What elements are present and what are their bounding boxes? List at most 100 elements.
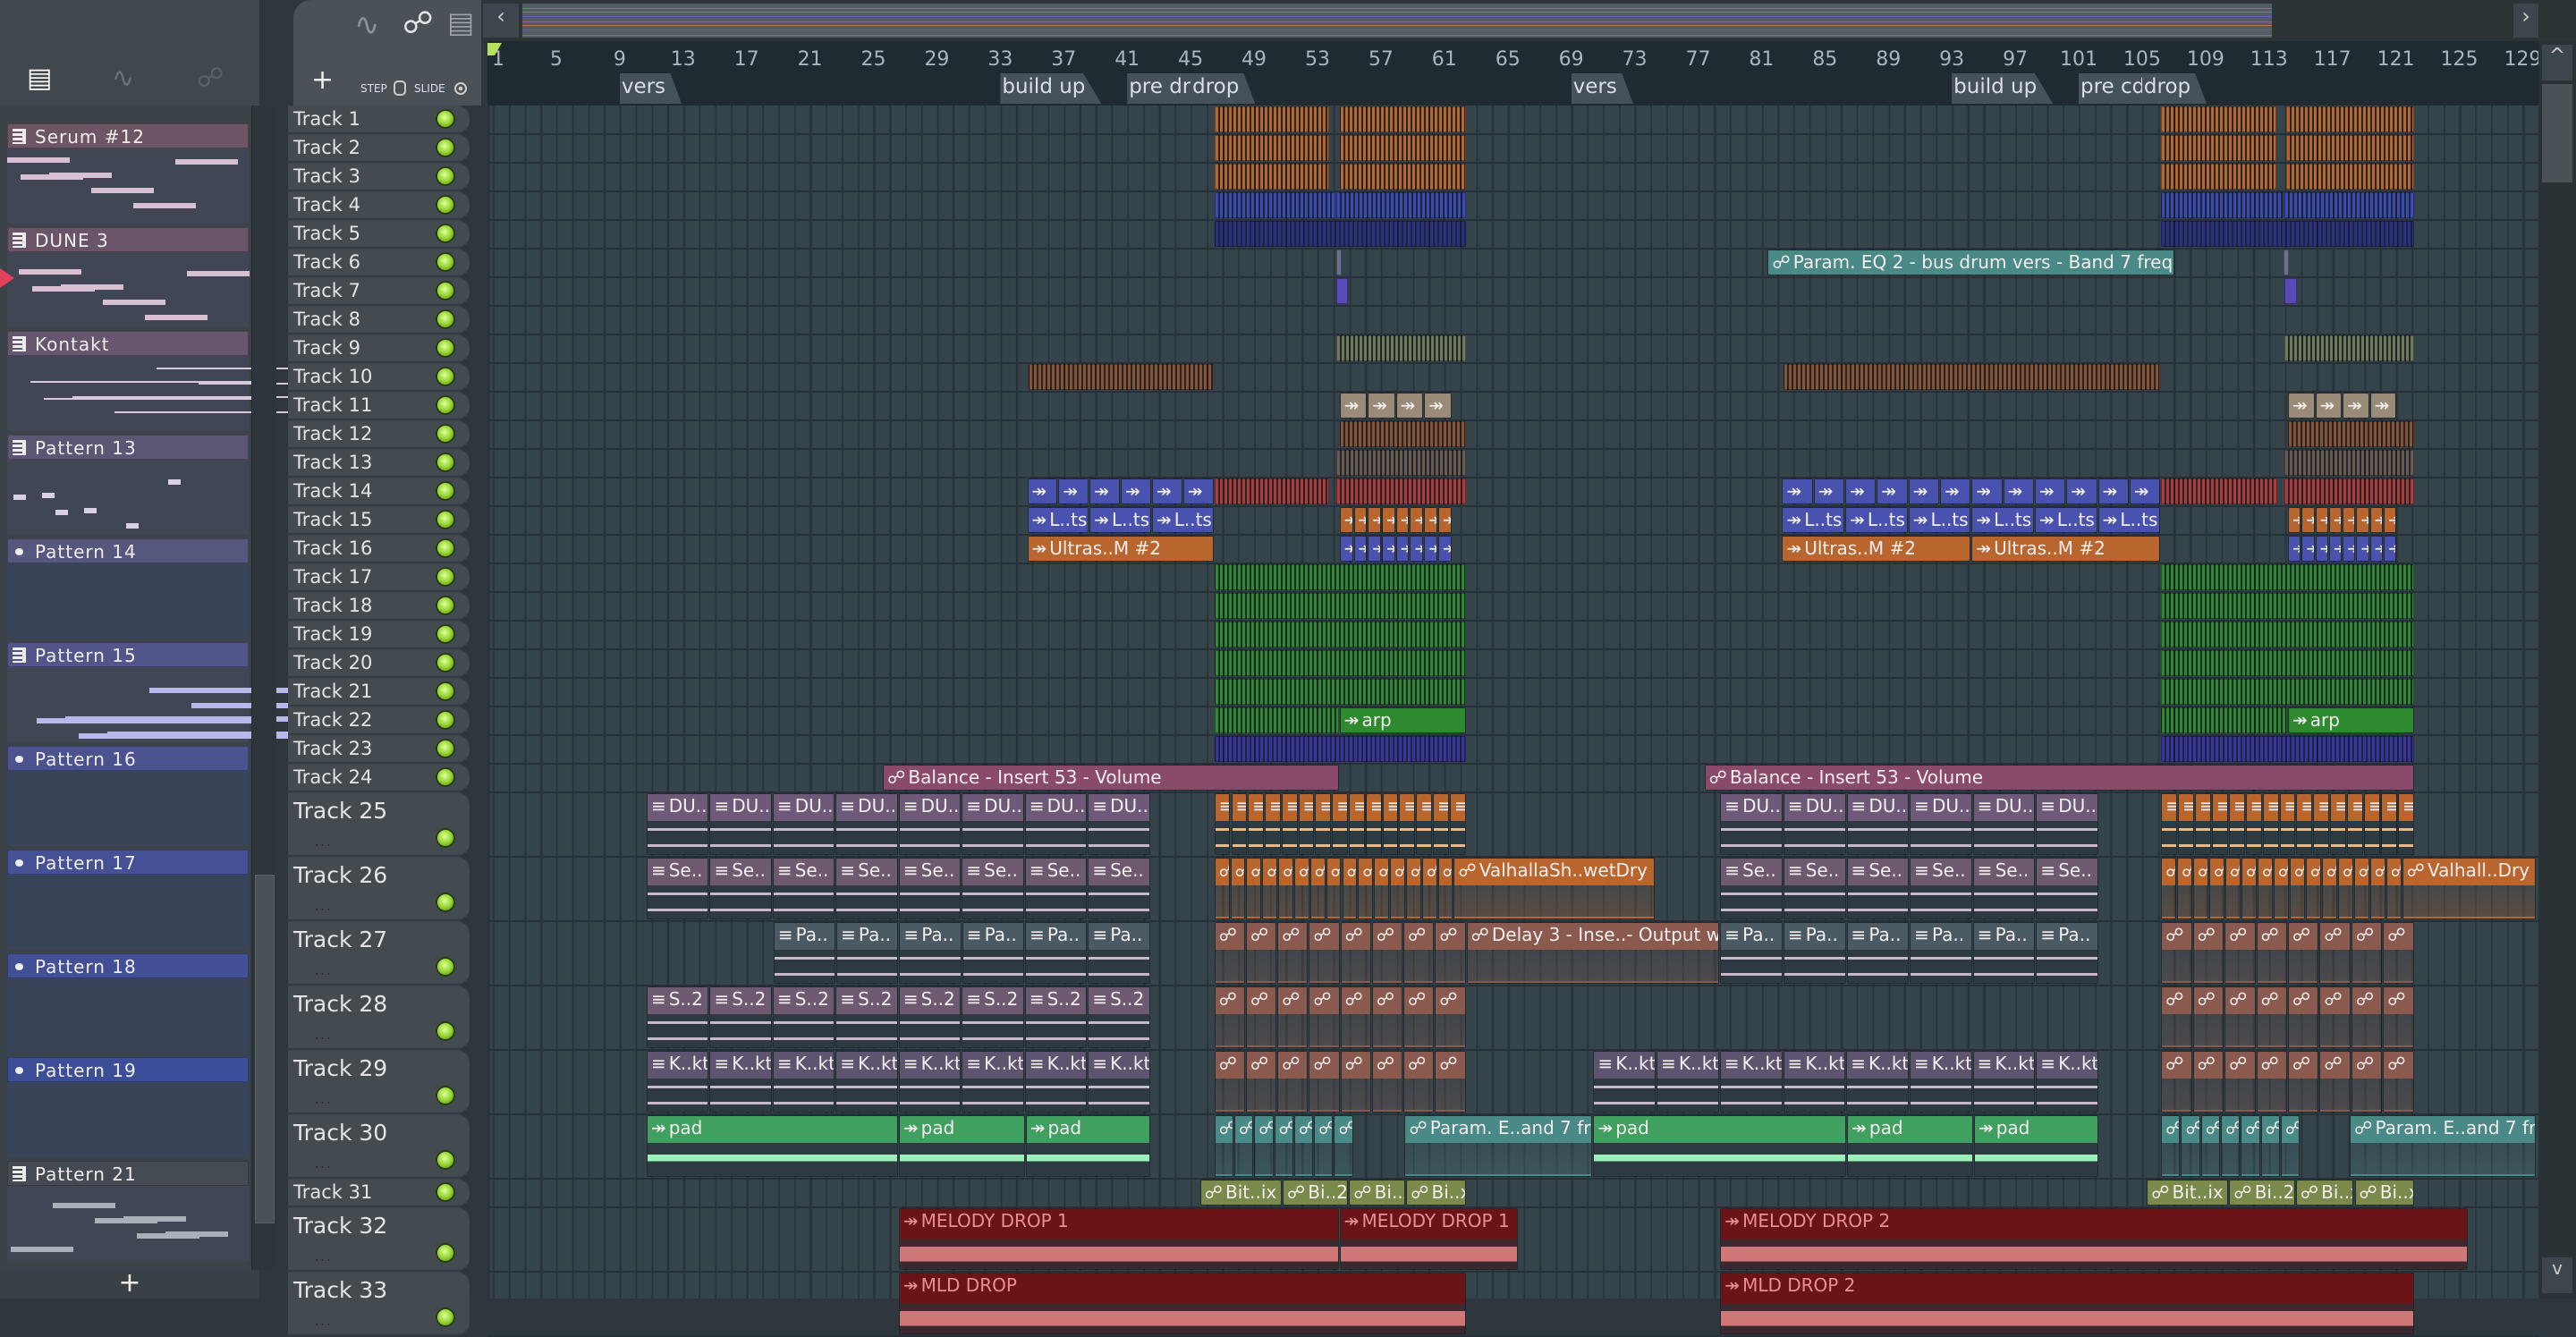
pattern-clip[interactable]: ≡ <box>1365 793 1382 855</box>
pattern-clip[interactable]: ☍ <box>2181 1115 2200 1177</box>
pattern-item[interactable]: Pattern 13 <box>7 435 249 535</box>
pattern-clip[interactable]: ≡ DU.. <box>1088 793 1150 855</box>
pattern-clip[interactable]: ☍ <box>1405 858 1421 919</box>
pattern-clip[interactable]: ☍ <box>1358 858 1374 919</box>
pattern-clip[interactable]: ↠ <box>2288 393 2315 419</box>
pattern-item[interactable]: Serum #12 <box>7 123 249 224</box>
audio-clip[interactable]: ↠ MELODY DROP 1 <box>898 1208 1339 1270</box>
pattern-clip[interactable]: ≡ <box>1214 793 1231 855</box>
pattern-clip[interactable]: ☍ <box>1277 1051 1309 1113</box>
pattern-clip[interactable]: ≡ K..kt <box>1972 1051 2036 1113</box>
pattern-clip[interactable]: ↠ L..ts <box>1845 507 1908 533</box>
pattern-clip[interactable]: ≡ <box>2178 793 2194 855</box>
pattern-clip[interactable]: ☍ <box>1340 1051 1371 1113</box>
pattern-clip[interactable]: ☍ <box>2319 922 2351 984</box>
pattern-clip[interactable]: ☍ <box>1342 858 1358 919</box>
pattern-clip[interactable]: ↠ <box>2369 536 2384 562</box>
pattern-clip[interactable]: ≡ K..kt <box>835 1051 898 1113</box>
pattern-clip[interactable]: ≡ DU.. <box>2036 793 2099 855</box>
automation-clip[interactable]: ☍Valhall..Dry #5 <box>2402 858 2537 919</box>
track-name[interactable]: Track 28 <box>293 991 387 1017</box>
pattern-clip[interactable]: ☍ <box>2353 858 2369 919</box>
pattern-clip[interactable]: ☍ <box>1274 1115 1293 1177</box>
pattern-clip[interactable] <box>1214 593 1466 619</box>
pattern-clip[interactable]: ↠ Ultras..M #2 <box>1782 536 1971 562</box>
track-header[interactable]: Track 29... <box>288 1050 470 1114</box>
pattern-clip[interactable]: ↠ <box>2384 507 2397 533</box>
pattern-clip[interactable]: ↠ <box>1089 478 1121 504</box>
track-name[interactable]: Track 3 <box>293 165 360 187</box>
pattern-item[interactable]: Pattern 16 <box>7 746 249 846</box>
section-marker[interactable]: build up <box>1000 73 1102 104</box>
track-header[interactable]: Track 19 <box>288 621 470 649</box>
track-header[interactable]: Track 33... <box>288 1272 470 1336</box>
browser-scrollbar[interactable] <box>251 106 276 1270</box>
track-header[interactable]: Track 20 <box>288 649 470 678</box>
pattern-clip[interactable]: ≡ Pa.. <box>962 922 1025 984</box>
pattern-clip[interactable]: ☍ <box>2383 1051 2414 1113</box>
pattern-clip[interactable]: ≡ <box>1433 793 1449 855</box>
pattern-clip[interactable]: ≡ <box>2195 793 2211 855</box>
pattern-clip[interactable]: ≡ <box>2347 793 2364 855</box>
pattern-clip[interactable]: ≡ K..kt <box>898 1051 962 1113</box>
pattern-clip[interactable]: ☍ <box>1245 986 1277 1048</box>
pattern-clip[interactable] <box>2161 707 2288 733</box>
pattern-clip[interactable]: ≡ <box>1332 793 1349 855</box>
pattern-clip[interactable]: ≡ Se.. <box>2036 858 2099 919</box>
pattern-clip[interactable]: ☍ <box>1277 922 1309 984</box>
pattern-clip[interactable]: ≡ Se.. <box>835 858 898 919</box>
pattern-clip[interactable]: ≡ Se.. <box>1088 858 1150 919</box>
pattern-clip[interactable]: ↠ <box>2328 536 2343 562</box>
track-mute-led[interactable] <box>436 567 455 587</box>
track-header[interactable]: Track 9 <box>288 334 470 363</box>
pattern-clip[interactable]: ≡ <box>2245 793 2262 855</box>
pattern-clip[interactable]: ☍ <box>2351 986 2383 1048</box>
track-mute-led[interactable] <box>436 1021 455 1041</box>
pattern-clip[interactable]: ≡ Se.. <box>772 858 835 919</box>
pattern-clip[interactable]: ≡ S..2 <box>646 986 709 1048</box>
pattern-clip[interactable]: ↠ <box>1845 478 1877 504</box>
pattern-clip[interactable]: ≡ <box>2381 793 2397 855</box>
song-overview[interactable] <box>522 4 2272 38</box>
pattern-clip[interactable]: ☍ <box>1326 858 1342 919</box>
pattern-clip[interactable]: ≡ Pa.. <box>836 922 899 984</box>
track-header[interactable]: Track 27... <box>288 921 470 986</box>
track-header[interactable]: Track 17 <box>288 563 470 592</box>
pattern-clip[interactable]: ↠ <box>2328 507 2343 533</box>
pattern-header[interactable]: Serum #12 <box>7 123 249 148</box>
pattern-clip[interactable] <box>2161 564 2414 590</box>
track-name[interactable]: Track 18 <box>293 595 372 616</box>
track-mute-led[interactable] <box>436 281 455 300</box>
pattern-clip[interactable] <box>1784 364 2161 390</box>
automation-clip[interactable]: ☍ Balance - Insert 53 - Volume <box>1704 765 2414 791</box>
pattern-clip[interactable]: ☍ <box>2273 858 2289 919</box>
pattern-clip[interactable]: ≡ K..kt <box>1593 1051 1657 1113</box>
pattern-clip[interactable]: ↠ <box>2315 507 2328 533</box>
pattern-clip[interactable] <box>2161 106 2276 132</box>
pattern-clip[interactable] <box>1339 106 1466 132</box>
pattern-header[interactable]: Pattern 21 <box>7 1161 249 1186</box>
audio-clip[interactable]: ↠ pad <box>1025 1115 1150 1177</box>
pattern-header[interactable]: Pattern 17 <box>7 850 249 875</box>
pattern-clip[interactable]: ☍ <box>2383 986 2414 1048</box>
track-name[interactable]: Track 12 <box>293 423 372 444</box>
automation-clip[interactable]: ☍ValhallaSh..wetDry #4 <box>1453 858 1655 919</box>
pattern-clip[interactable]: ↠ <box>1395 507 1410 533</box>
track-name[interactable]: Track 19 <box>293 623 372 645</box>
pattern-clip[interactable]: ☍ <box>2337 858 2353 919</box>
automation-clip[interactable]: ☍Bi..x <box>2295 1180 2354 1206</box>
pattern-clip[interactable] <box>2288 421 2414 447</box>
automation-clip[interactable]: ☍ Bi..2 <box>1282 1180 1349 1206</box>
track-mute-led[interactable] <box>436 653 455 673</box>
pattern-clip[interactable] <box>1214 622 1466 647</box>
automation-clip[interactable]: ☍Bi..x <box>1349 1180 1406 1206</box>
pattern-clip[interactable] <box>1214 707 1339 733</box>
pattern-clip[interactable] <box>1339 421 1466 447</box>
pattern-clip[interactable]: ↠ <box>2343 393 2369 419</box>
pattern-header[interactable]: Kontakt <box>7 331 249 356</box>
track-header[interactable]: Track 4 <box>288 191 470 220</box>
pattern-clip[interactable]: ≡ <box>1265 793 1281 855</box>
pattern-clip[interactable] <box>2161 478 2278 504</box>
pattern-clip[interactable]: ≡ <box>2279 793 2296 855</box>
pattern-clip[interactable]: ↠ <box>1437 507 1452 533</box>
